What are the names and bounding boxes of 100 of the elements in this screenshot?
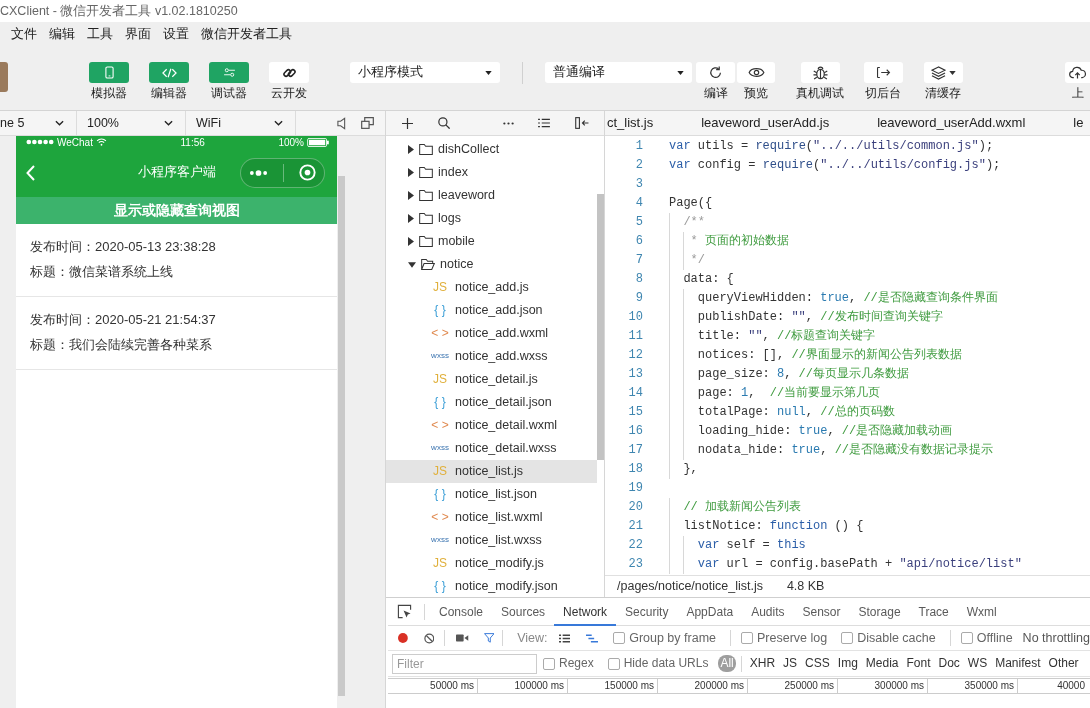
devtools-tab[interactable]: Wxml	[957, 598, 1006, 626]
tool-label[interactable]: 云开发	[271, 86, 307, 102]
checkbox[interactable]	[841, 632, 854, 644]
file-item[interactable]: wxss notice_detail.wxss	[386, 437, 597, 460]
resource-type-filter[interactable]: Img	[835, 654, 860, 673]
folder-item[interactable]: leaveword	[386, 184, 597, 207]
folder-item[interactable]: mobile	[386, 230, 597, 253]
folder-item[interactable]: dishCollect	[386, 138, 597, 161]
checkbox[interactable]	[543, 657, 555, 670]
plus-icon[interactable]	[402, 117, 413, 129]
tool-label[interactable]: 模拟器	[91, 86, 127, 102]
resource-type-filter[interactable]: Other	[1046, 654, 1081, 673]
menu-item[interactable]: 编辑	[49, 25, 75, 43]
record-icon[interactable]	[398, 632, 408, 644]
devtools-tab[interactable]: Console	[430, 598, 493, 626]
file-item[interactable]: { } notice_detail.json	[386, 391, 597, 414]
throttling-select[interactable]: No throttling	[1022, 629, 1090, 647]
editor-tab[interactable]: ct_list.js	[605, 114, 678, 132]
cloud-button[interactable]	[269, 62, 309, 83]
editor-tab[interactable]: le	[1049, 114, 1084, 132]
tool-label[interactable]: 调试器	[211, 86, 247, 102]
filter-icon[interactable]	[483, 632, 495, 644]
tool-label[interactable]: 编译	[703, 86, 728, 102]
preview-button[interactable]	[737, 62, 775, 83]
sidebar-collapse-icon[interactable]	[575, 117, 589, 129]
editor-tab[interactable]: leaveword_userAdd.wxml	[853, 114, 1050, 132]
compile-select[interactable]: 普通编译	[545, 62, 692, 83]
checkbox[interactable]	[960, 632, 973, 644]
devtools-tab[interactable]: AppData	[677, 598, 743, 626]
caret-icon[interactable]	[408, 261, 416, 268]
target-icon[interactable]	[299, 164, 317, 181]
devtools-tab[interactable]: Sensor	[793, 598, 850, 626]
remote-debug-button[interactable]	[800, 62, 840, 83]
checkbox-label[interactable]: Group by frame	[629, 629, 716, 647]
menu-item[interactable]: 文件	[11, 25, 37, 43]
tool-label[interactable]: 切后台	[865, 86, 901, 102]
network-select[interactable]: WiFi	[186, 110, 296, 136]
block-icon[interactable]	[423, 631, 435, 645]
back-icon[interactable]	[26, 164, 35, 181]
checkbox-label[interactable]: Hide data URLs	[623, 655, 709, 672]
file-item[interactable]: { } notice_add.json	[386, 299, 597, 322]
file-item[interactable]: wxss notice_list.wxss	[386, 529, 597, 552]
resource-type-filter[interactable]: Media	[863, 654, 901, 673]
folder-item[interactable]: notice	[386, 253, 597, 276]
caret-icon[interactable]	[408, 145, 414, 154]
compile-button[interactable]	[696, 62, 735, 83]
caret-icon[interactable]	[408, 168, 414, 177]
checkbox[interactable]	[613, 632, 626, 644]
resource-type-filter[interactable]: JS	[781, 654, 800, 673]
device-select[interactable]: ne 5	[0, 110, 77, 136]
tool-label[interactable]: 真机调试	[796, 86, 844, 102]
file-item[interactable]: < > notice_detail.wxml	[386, 414, 597, 437]
devtools-tab[interactable]: Network	[554, 598, 617, 626]
devtools-tab[interactable]: Security	[616, 598, 678, 626]
devtools-tab[interactable]: Audits	[742, 598, 794, 626]
more-icon[interactable]	[503, 121, 514, 125]
waterfall-icon[interactable]	[585, 632, 599, 644]
file-item[interactable]: JS notice_detail.js	[386, 368, 597, 391]
tool-label[interactable]: 清缓存	[925, 86, 961, 102]
menu-item[interactable]: 工具	[87, 25, 113, 43]
resource-type-filter[interactable]: Manifest	[993, 654, 1043, 673]
folder-item[interactable]: index	[386, 161, 597, 184]
checkbox-label[interactable]: Regex	[559, 655, 594, 672]
scrollbar-thumb[interactable]	[597, 194, 604, 460]
resource-type-filter[interactable]: CSS	[803, 654, 832, 673]
scrollbar-thumb[interactable]	[338, 176, 345, 696]
menu-item[interactable]: 微信开发者工具	[201, 25, 292, 43]
checkbox[interactable]	[607, 657, 620, 670]
tool-label[interactable]: 上	[1071, 86, 1084, 102]
editor-tab[interactable]: leaveword_userAdd.js	[677, 114, 854, 132]
resource-type-filter[interactable]: XHR	[747, 654, 778, 673]
checkbox-label[interactable]: Preserve log	[757, 629, 828, 647]
checkbox-label[interactable]: Offline	[976, 629, 1013, 647]
file-item[interactable]: { } notice_list.json	[386, 483, 597, 506]
resource-type-filter[interactable]: Doc	[936, 654, 962, 673]
mode-select[interactable]: 小程序模式	[350, 62, 500, 83]
zoom-select[interactable]: 100%	[77, 110, 186, 136]
devtools-tab[interactable]: Storage	[849, 598, 910, 626]
devtools-tab[interactable]: Sources	[492, 598, 555, 626]
clear-cache-button[interactable]	[923, 62, 963, 83]
menu-item[interactable]: 设置	[163, 25, 189, 43]
resource-type-filter[interactable]: WS	[965, 654, 990, 673]
background-button[interactable]	[863, 62, 903, 83]
file-item[interactable]: wxss notice_add.wxss	[386, 345, 597, 368]
devtools-tab[interactable]: Trace	[909, 598, 958, 626]
file-item[interactable]: JS notice_list.js	[386, 460, 597, 483]
list-icon[interactable]	[538, 118, 550, 128]
file-item[interactable]: < > notice_list.wxml	[386, 506, 597, 529]
upload-button[interactable]	[1065, 62, 1090, 83]
caret-icon[interactable]	[408, 237, 414, 246]
resource-type-filter[interactable]: Font	[904, 654, 933, 673]
list-view-icon[interactable]	[558, 632, 570, 644]
caret-icon[interactable]	[408, 191, 414, 200]
windows-icon[interactable]	[361, 117, 374, 129]
checkbox-label[interactable]: Disable cache	[857, 629, 936, 647]
editor-button[interactable]	[149, 62, 189, 83]
search-icon[interactable]	[438, 117, 450, 129]
file-item[interactable]: JS notice_add.js	[386, 276, 597, 299]
inspect-icon[interactable]	[397, 604, 412, 619]
folder-item[interactable]: logs	[386, 207, 597, 230]
